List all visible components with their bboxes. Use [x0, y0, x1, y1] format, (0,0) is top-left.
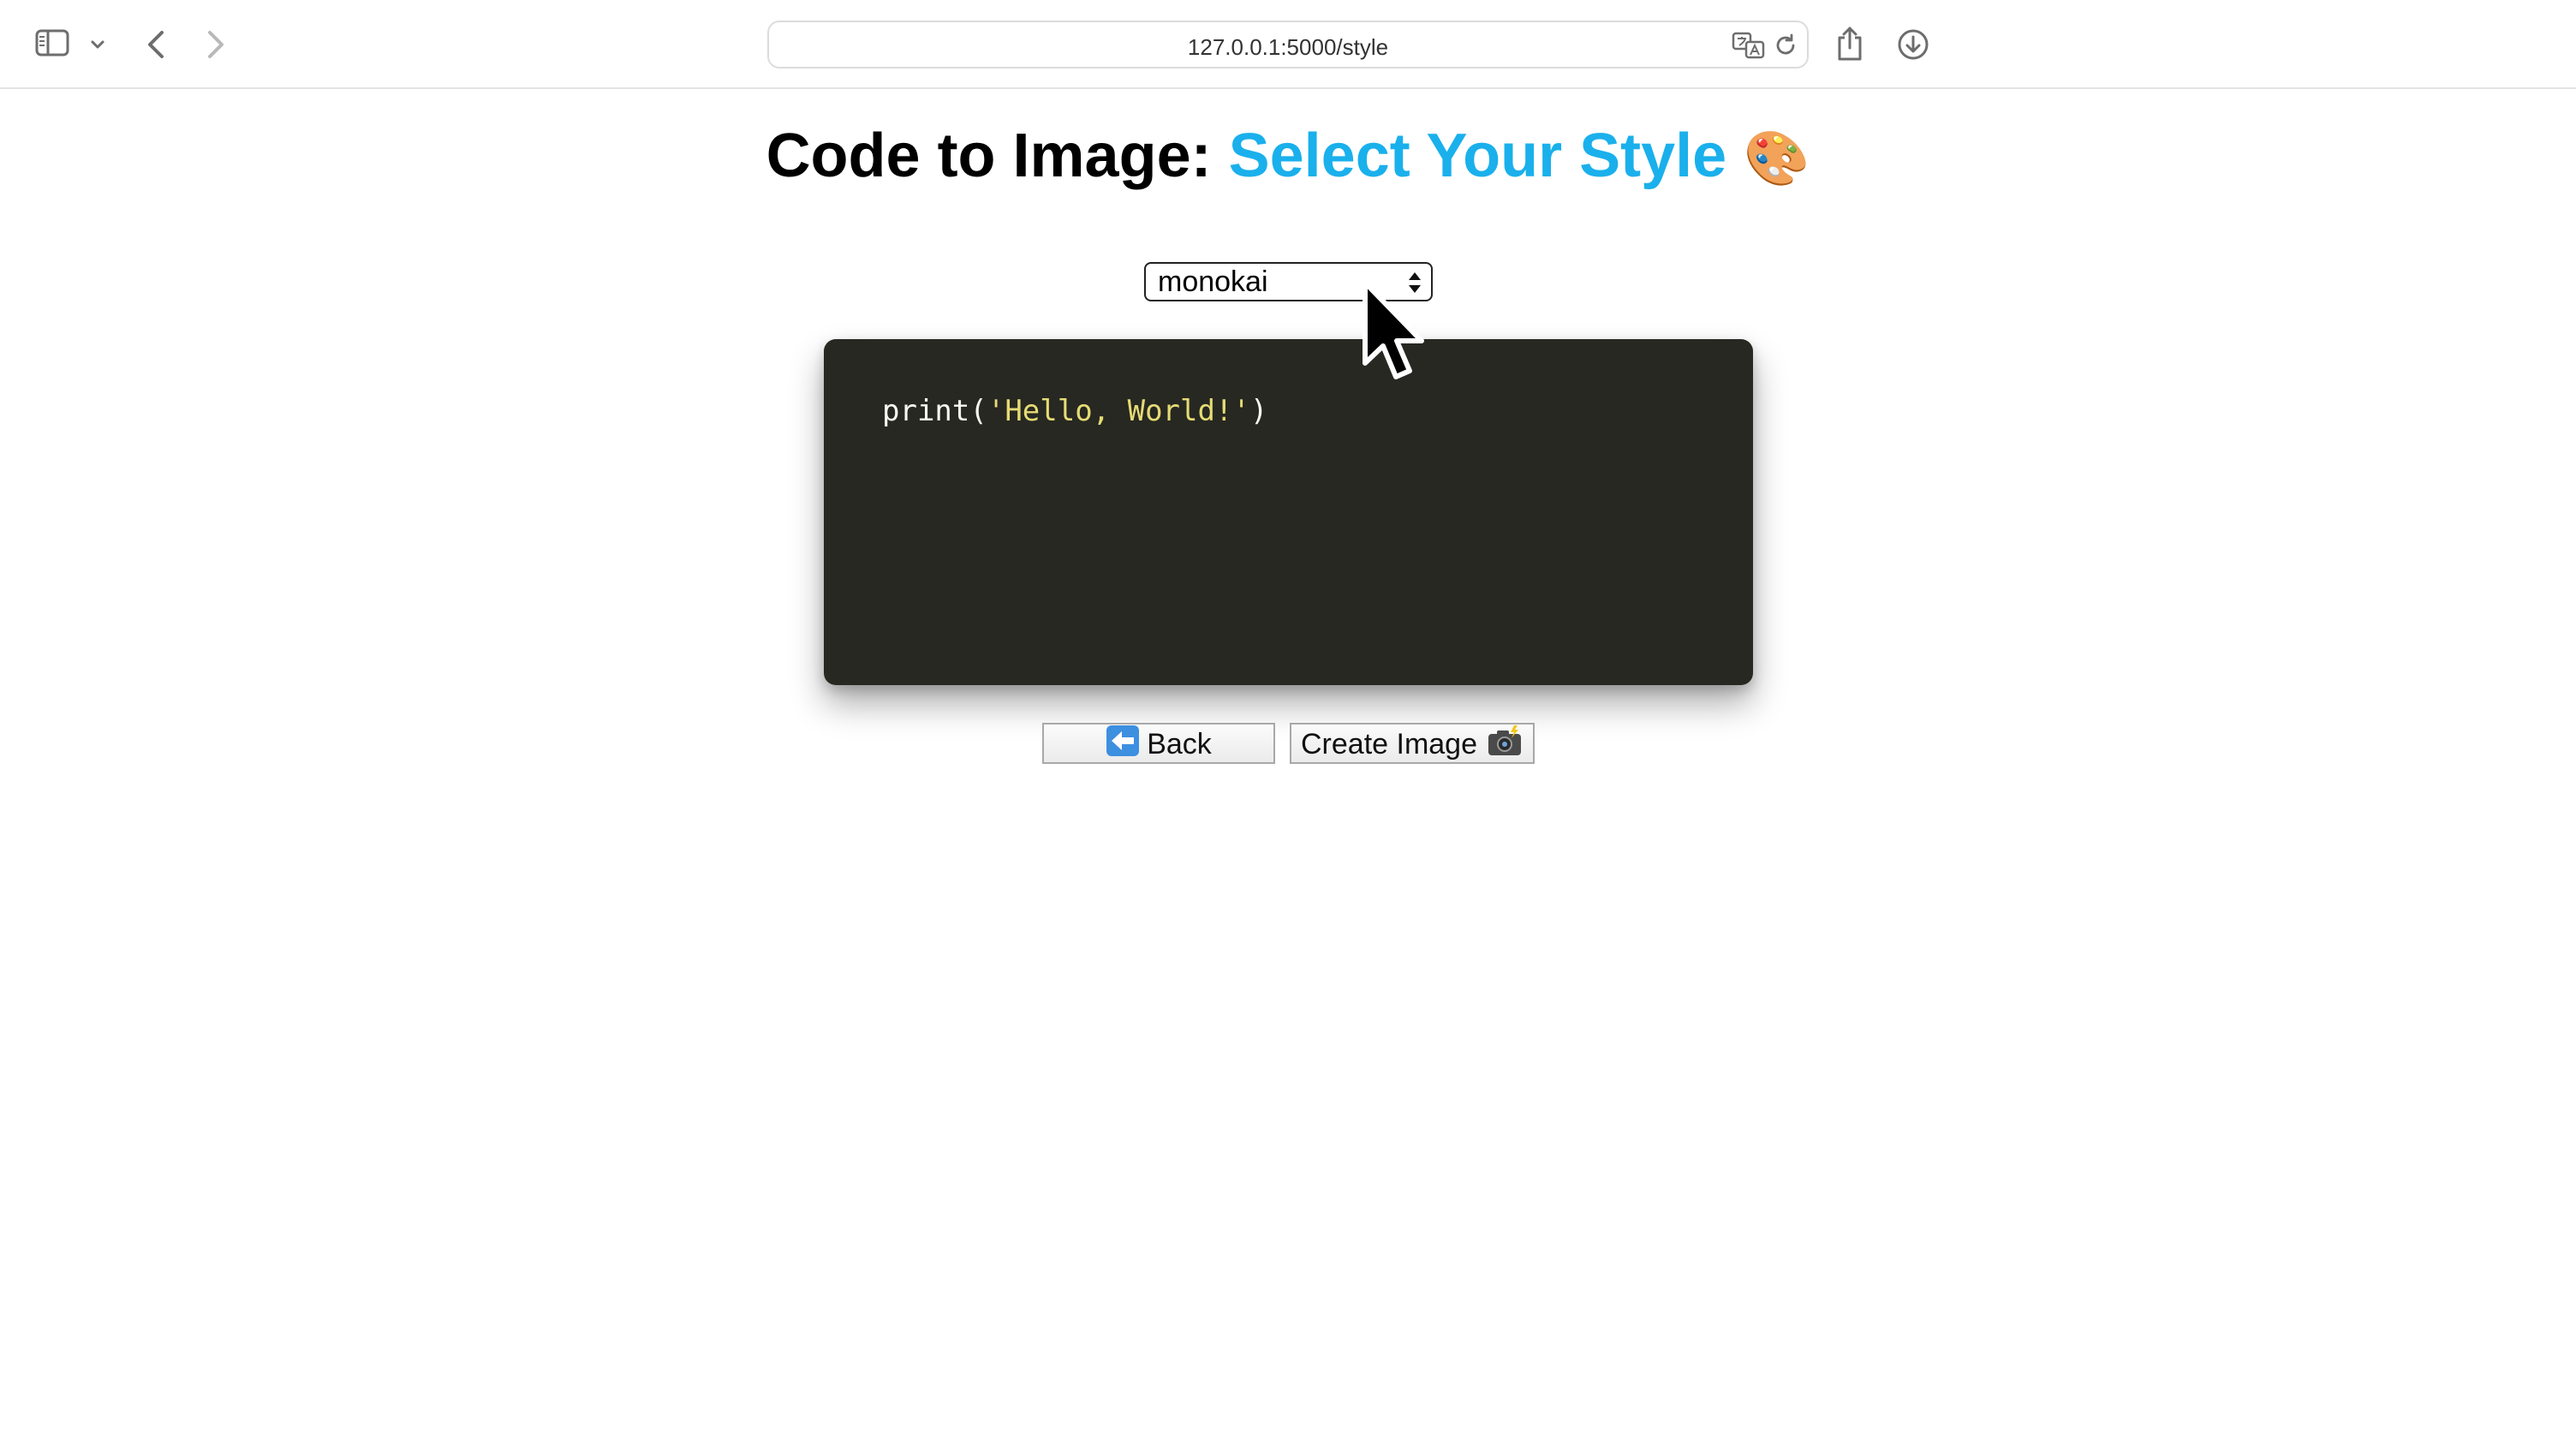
reload-icon[interactable]	[1773, 33, 1798, 58]
back-button-label: Back	[1147, 728, 1212, 760]
code-token-function: print	[882, 394, 970, 428]
left-arrow-icon	[1106, 725, 1140, 756]
back-arrow-icon[interactable]	[139, 26, 173, 63]
style-select-value: monokai	[1158, 265, 1268, 298]
translate-icon[interactable]	[1732, 31, 1766, 60]
mouse-cursor-icon	[1363, 280, 1424, 379]
back-button[interactable]: Back	[1042, 723, 1275, 764]
palette-icon: 🎨	[1744, 129, 1810, 188]
code-token-string: 'Hello, World!'	[987, 394, 1250, 428]
code-token-open-paren: (	[969, 394, 987, 428]
address-url: 127.0.0.1:5000/style	[1187, 34, 1389, 60]
camera-flash-icon	[1488, 725, 1521, 755]
create-image-button[interactable]: Create Image	[1290, 723, 1535, 764]
forward-arrow-icon[interactable]	[199, 26, 233, 63]
download-icon[interactable]	[1896, 27, 1930, 62]
share-icon[interactable]	[1833, 24, 1867, 63]
code-token-close-paren: )	[1249, 394, 1268, 428]
page-title-accent: Select Your Style	[1228, 122, 1727, 190]
code-line: print('Hello, World!')	[882, 392, 1267, 430]
chevron-down-icon[interactable]	[86, 33, 110, 57]
create-image-button-label: Create Image	[1301, 728, 1477, 760]
address-bar[interactable]: 127.0.0.1:5000/style	[767, 21, 1809, 69]
page-title-prefix: Code to Image:	[766, 122, 1229, 190]
page-title: Code to Image: Select Your Style 🎨	[0, 120, 2576, 195]
sidebar-toggle-icon[interactable]	[33, 26, 72, 60]
code-preview: print('Hello, World!')	[824, 339, 1753, 685]
browser-toolbar: 127.0.0.1:5000/style	[0, 0, 2576, 89]
